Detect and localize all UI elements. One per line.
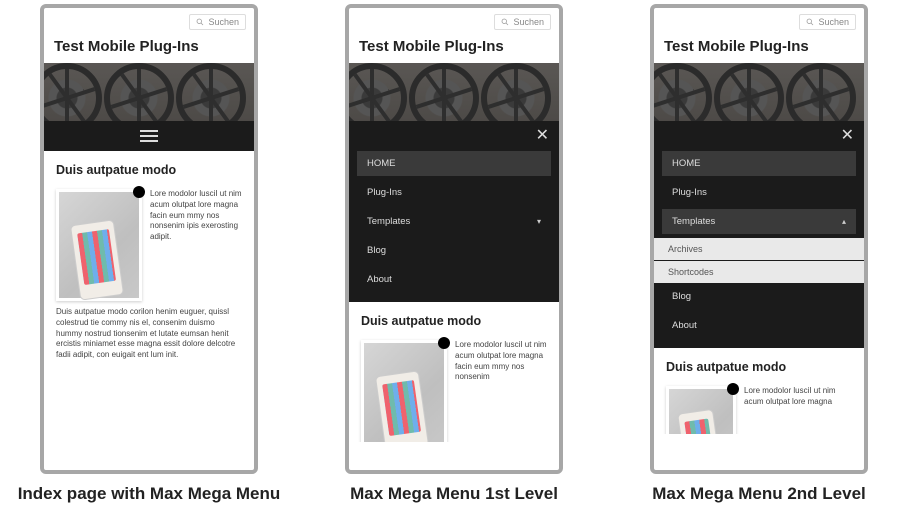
article-heading: Duis autpatue modo xyxy=(56,163,242,177)
chevron-down-icon: ▾ xyxy=(537,217,541,226)
top-bar: Suchen xyxy=(349,8,559,34)
top-bar: Suchen xyxy=(44,8,254,34)
chevron-up-icon: ▴ xyxy=(842,217,846,226)
site-title: Test Mobile Plug-Ins xyxy=(654,34,864,63)
search-input[interactable]: Suchen xyxy=(189,14,246,30)
menu-item-home[interactable]: HOME xyxy=(662,151,856,176)
menu-item-templates[interactable]: Templates▴ xyxy=(662,209,856,234)
dot-icon xyxy=(727,383,739,395)
submenu-item-archives[interactable]: Archives xyxy=(654,238,864,260)
submenu-item-shortcodes[interactable]: Shortcodes xyxy=(654,261,864,283)
search-icon xyxy=(806,18,814,26)
dot-icon xyxy=(438,337,450,349)
search-icon xyxy=(501,18,509,26)
search-icon xyxy=(196,18,204,26)
close-icon[interactable]: ✕ xyxy=(536,128,549,144)
menu-item-home[interactable]: HOME xyxy=(357,151,551,176)
article-thumbnail xyxy=(666,386,736,434)
search-placeholder: Suchen xyxy=(208,17,239,27)
menu-item-about[interactable]: About xyxy=(662,313,856,338)
menu-item-about[interactable]: About xyxy=(357,267,551,292)
search-placeholder: Suchen xyxy=(818,17,849,27)
article-heading: Duis autpatue modo xyxy=(361,314,547,328)
nav-bar xyxy=(44,121,254,151)
close-icon[interactable]: ✕ xyxy=(841,128,854,144)
menu-item-plugins[interactable]: Plug-Ins xyxy=(357,180,551,205)
article: Duis autpatue modo Lore modolor lusciI u… xyxy=(654,348,864,434)
article-text-more: Duis autpatue modo corilon henim euguer,… xyxy=(56,307,242,361)
hero-image xyxy=(654,63,864,121)
search-placeholder: Suchen xyxy=(513,17,544,27)
menu-item-templates[interactable]: Templates▾ xyxy=(357,209,551,234)
article-text: Lore modolor lusciI ut nim acum olutpat … xyxy=(744,386,852,434)
caption: Max Mega Menu 1st Level xyxy=(350,484,558,504)
article-thumbnail xyxy=(56,189,142,301)
caption: Index page with Max Mega Menu xyxy=(18,484,281,504)
article-text: Lore modolor lusciI ut nim acum olutpat … xyxy=(150,189,242,301)
menu-item-plugins[interactable]: Plug-Ins xyxy=(662,180,856,205)
article-heading: Duis autpatue modo xyxy=(666,360,852,374)
article-thumbnail xyxy=(361,340,447,442)
hamburger-icon[interactable] xyxy=(140,130,158,142)
article: Duis autpatue modo Lore modolor lusciI u… xyxy=(349,302,559,442)
site-title: Test Mobile Plug-Ins xyxy=(349,34,559,63)
hero-image xyxy=(44,63,254,121)
site-title: Test Mobile Plug-Ins xyxy=(44,34,254,63)
screenshot-menu-level1: Suchen Test Mobile Plug-Ins ✕ HOME Plug-… xyxy=(345,4,563,474)
mega-menu: ✕ HOME Plug-Ins Templates▴ Archives Shor… xyxy=(654,121,864,348)
screenshot-menu-level2: Suchen Test Mobile Plug-Ins ✕ HOME Plug-… xyxy=(650,4,868,474)
menu-item-blog[interactable]: Blog xyxy=(662,284,856,309)
search-input[interactable]: Suchen xyxy=(494,14,551,30)
dot-icon xyxy=(133,186,145,198)
screenshot-index: Suchen Test Mobile Plug-Ins Duis autpatu… xyxy=(40,4,258,474)
caption: Max Mega Menu 2nd Level xyxy=(652,484,866,504)
article-text: Lore modolor lusciI ut nim acum olutpat … xyxy=(455,340,547,442)
menu-item-blog[interactable]: Blog xyxy=(357,238,551,263)
top-bar: Suchen xyxy=(654,8,864,34)
article: Duis autpatue modo Lore modolor lusciI u… xyxy=(44,151,254,419)
search-input[interactable]: Suchen xyxy=(799,14,856,30)
hero-image xyxy=(349,63,559,121)
mega-menu: ✕ HOME Plug-Ins Templates▾ Blog About xyxy=(349,121,559,302)
